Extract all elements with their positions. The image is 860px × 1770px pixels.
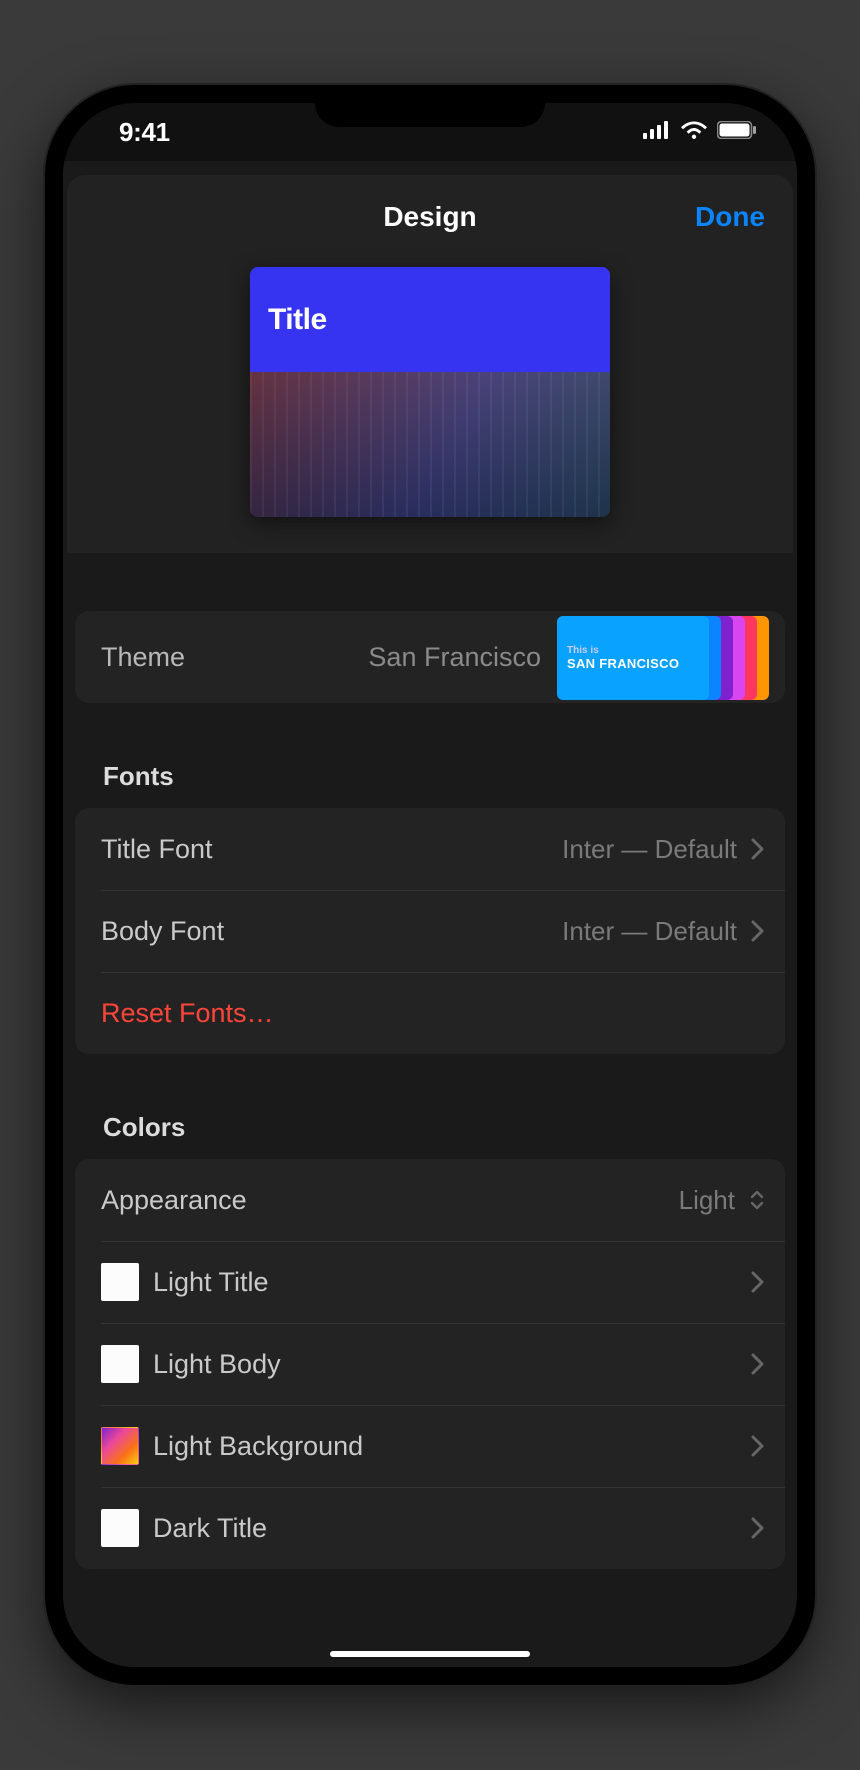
appearance-value: Light (679, 1185, 735, 1216)
chevron-right-icon (751, 1517, 765, 1539)
theme-thumb-line1: This is (567, 645, 699, 656)
device-notch (315, 85, 545, 127)
status-time: 9:41 (119, 117, 170, 148)
title-font-value: Inter — Default (562, 834, 737, 865)
appearance-row[interactable]: Appearance Light (75, 1159, 785, 1241)
theme-label: Theme (101, 642, 185, 673)
chevron-right-icon (751, 1353, 765, 1375)
color-row-dark-title[interactable]: Dark Title (75, 1487, 785, 1569)
fonts-group: Title Font Inter — Default Body Font Int… (75, 808, 785, 1054)
body-font-label: Body Font (101, 916, 224, 947)
title-font-label: Title Font (101, 834, 213, 865)
theme-thumb-line2: SAN FRANCISCO (567, 656, 699, 671)
chevron-right-icon (751, 1435, 765, 1457)
body-font-value: Inter — Default (562, 916, 737, 947)
color-label: Dark Title (153, 1513, 267, 1544)
preview-image (250, 372, 610, 517)
body-font-row[interactable]: Body Font Inter — Default (75, 890, 785, 972)
colors-group: Appearance Light Light Title (75, 1159, 785, 1569)
navbar: Design Done (67, 175, 793, 259)
chevron-right-icon (751, 1271, 765, 1293)
color-row-light-title[interactable]: Light Title (75, 1241, 785, 1323)
reset-fonts-label: Reset Fonts… (101, 998, 274, 1029)
done-button[interactable]: Done (695, 201, 765, 233)
fonts-heading: Fonts (75, 761, 785, 808)
device-frame: 9:41 Design Done (45, 85, 815, 1685)
chevron-right-icon (751, 920, 765, 942)
wifi-icon (681, 121, 707, 144)
colors-heading: Colors (75, 1112, 785, 1159)
color-swatch (101, 1263, 139, 1301)
status-icons (643, 121, 757, 144)
color-row-light-body[interactable]: Light Body (75, 1323, 785, 1405)
content: Design Done Title Theme San Francisc (63, 161, 797, 1667)
preview-title-band: Title (250, 267, 610, 372)
page-title: Design (383, 201, 476, 233)
header-card: Design Done Title (67, 175, 793, 553)
color-label: Light Background (153, 1431, 363, 1462)
color-label: Light Title (153, 1267, 269, 1298)
preview-title-text: Title (268, 303, 327, 337)
up-down-icon (749, 1188, 765, 1212)
appearance-label: Appearance (101, 1185, 247, 1216)
colors-section: Colors Appearance Light Light (75, 1112, 785, 1569)
theme-value: San Francisco (368, 642, 541, 673)
slide-preview[interactable]: Title (250, 267, 610, 517)
screen: 9:41 Design Done (63, 103, 797, 1667)
title-font-row[interactable]: Title Font Inter — Default (75, 808, 785, 890)
color-swatch (101, 1509, 139, 1547)
color-row-light-background[interactable]: Light Background (75, 1405, 785, 1487)
chevron-right-icon (751, 838, 765, 860)
reset-fonts-row[interactable]: Reset Fonts… (75, 972, 785, 1054)
theme-section: Theme San Francisco This is SAN FRANCISC (75, 611, 785, 703)
color-label: Light Body (153, 1349, 281, 1380)
home-indicator[interactable] (330, 1651, 530, 1657)
theme-thumbnail: This is SAN FRANCISCO (557, 614, 767, 700)
sections: Theme San Francisco This is SAN FRANCISC (63, 611, 797, 1609)
theme-row[interactable]: Theme San Francisco This is SAN FRANCISC (75, 611, 785, 703)
fonts-section: Fonts Title Font Inter — Default Body Fo… (75, 761, 785, 1054)
cellular-icon (643, 121, 671, 144)
color-swatch (101, 1345, 139, 1383)
color-swatch (101, 1427, 139, 1465)
battery-icon (717, 121, 757, 144)
